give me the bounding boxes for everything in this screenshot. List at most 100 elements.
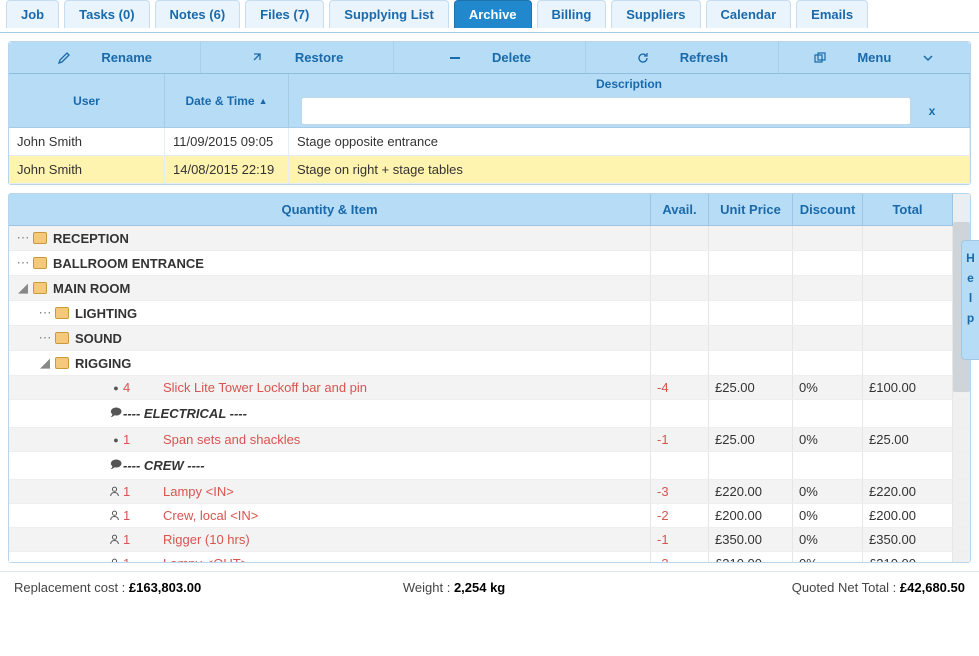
tab-archive[interactable]: Archive xyxy=(454,0,532,28)
cell-price: £210.00 xyxy=(709,552,793,562)
expand-icon[interactable]: ◢ xyxy=(15,280,31,296)
cell-total: £25.00 xyxy=(863,428,953,451)
archive-panel: Rename Restore Delete Refresh xyxy=(8,41,971,185)
item-qty: 1 xyxy=(123,532,153,547)
group-row[interactable]: ⋯ LIGHTING xyxy=(9,301,970,326)
quoted-total-value: £42,680.50 xyxy=(900,580,965,595)
replacement-cost-value: £163,803.00 xyxy=(129,580,201,595)
refresh-label: Refresh xyxy=(680,50,728,65)
tab-job[interactable]: Job xyxy=(6,0,59,28)
item-row[interactable]: 1Crew, local <IN>-2£200.000%£200.00 xyxy=(9,504,970,528)
cell-total: £100.00 xyxy=(863,376,953,399)
item-name: Crew, local <IN> xyxy=(163,508,258,523)
tab-emails[interactable]: Emails xyxy=(796,0,868,28)
archive-description: Stage on right + stage tables xyxy=(289,156,970,183)
folder-icon xyxy=(33,257,47,269)
cell-avail: -3 xyxy=(651,552,709,562)
archive-columns: User Date & Time ▲ Description x xyxy=(9,74,970,128)
items-grid: Quantity & Item Avail. Unit Price Discou… xyxy=(8,193,971,563)
group-label: BALLROOM ENTRANCE xyxy=(53,256,204,271)
tab-notes-6-[interactable]: Notes (6) xyxy=(155,0,241,28)
item-row[interactable]: 1Rigger (10 hrs)-1£350.000%£350.00 xyxy=(9,528,970,552)
group-row[interactable]: ⋯RECEPTION xyxy=(9,226,970,251)
archive-row[interactable]: John Smith14/08/2015 22:19Stage on right… xyxy=(9,156,970,184)
archive-row[interactable]: John Smith11/09/2015 09:05Stage opposite… xyxy=(9,128,970,156)
col-quantity-item[interactable]: Quantity & Item xyxy=(9,194,651,225)
group-row[interactable]: ◢MAIN ROOM xyxy=(9,276,970,301)
expand-icon[interactable]: ◢ xyxy=(37,355,53,371)
item-name: Slick Lite Tower Lockoff bar and pin xyxy=(163,380,367,395)
item-qty: 1 xyxy=(123,484,153,499)
archive-user: John Smith xyxy=(9,128,165,155)
separator-row[interactable]: 🗩 ---- CREW ---- xyxy=(9,452,970,480)
col-discount[interactable]: Discount xyxy=(793,194,863,225)
cell-price: £25.00 xyxy=(709,376,793,399)
description-filter-input[interactable] xyxy=(301,97,911,125)
separator-row[interactable]: 🗩 ---- ELECTRICAL ---- xyxy=(9,400,970,428)
col-total[interactable]: Total xyxy=(863,194,953,225)
tab-billing[interactable]: Billing xyxy=(537,0,607,28)
item-qty: 4 xyxy=(123,380,153,395)
scrollbar-track[interactable] xyxy=(953,194,970,225)
item-name: Lampy <IN> xyxy=(163,484,234,499)
tab-files-7-[interactable]: Files (7) xyxy=(245,0,324,28)
archive-user: John Smith xyxy=(9,156,165,183)
weight-value: 2,254 kg xyxy=(454,580,505,595)
comment-icon: 🗩 xyxy=(109,456,123,475)
col-avail[interactable]: Avail. xyxy=(651,194,709,225)
restore-button[interactable]: Restore xyxy=(201,42,393,73)
item-row[interactable]: ● 4Slick Lite Tower Lockoff bar and pin-… xyxy=(9,376,970,400)
rename-button[interactable]: Rename xyxy=(9,42,201,73)
group-row[interactable]: ⋯SOUND xyxy=(9,326,970,351)
folder-icon xyxy=(33,232,47,244)
group-label: LIGHTING xyxy=(75,306,137,321)
refresh-icon xyxy=(636,51,650,65)
refresh-button[interactable]: Refresh xyxy=(586,42,778,73)
expand-icon[interactable]: ⋯ xyxy=(37,305,53,321)
item-row[interactable]: ● 1Span sets and shackles-1£25.000%£25.0… xyxy=(9,428,970,452)
help-tab[interactable]: H e l p xyxy=(961,240,979,360)
item-name: Span sets and shackles xyxy=(163,432,300,447)
folder-icon xyxy=(55,357,69,369)
replacement-cost-label: Replacement cost : xyxy=(14,580,129,595)
item-qty: 1 xyxy=(123,432,153,447)
cell-total: £220.00 xyxy=(863,480,953,503)
grid-header: Quantity & Item Avail. Unit Price Discou… xyxy=(9,194,970,226)
grid-body: ⋯RECEPTION⋯BALLROOM ENTRANCE◢MAIN ROOM⋯L… xyxy=(9,226,970,562)
tab-suppliers[interactable]: Suppliers xyxy=(611,0,700,28)
person-icon xyxy=(109,486,123,497)
archive-datetime: 14/08/2015 22:19 xyxy=(165,156,289,183)
chevron-down-icon xyxy=(921,51,935,65)
group-row[interactable]: ⋯ BALLROOM ENTRANCE xyxy=(9,251,970,276)
sort-asc-icon: ▲ xyxy=(259,96,268,106)
delete-button[interactable]: Delete xyxy=(394,42,586,73)
expand-icon[interactable]: ⋯ xyxy=(37,330,53,346)
clear-filter-button[interactable]: x xyxy=(921,104,943,118)
cell-discount: 0% xyxy=(793,376,863,399)
item-name: Rigger (10 hrs) xyxy=(163,532,250,547)
col-datetime[interactable]: Date & Time ▲ xyxy=(165,74,289,127)
restore-label: Restore xyxy=(295,50,343,65)
menu-button[interactable]: Menu xyxy=(779,42,970,73)
col-unit-price[interactable]: Unit Price xyxy=(709,194,793,225)
expand-icon[interactable]: ⋯ xyxy=(15,255,31,271)
delete-label: Delete xyxy=(492,50,531,65)
cell-price: £350.00 xyxy=(709,528,793,551)
comment-icon: 🗩 xyxy=(109,404,123,423)
item-row[interactable]: 1Lampy <OUT>-3£210.000%£210.00 xyxy=(9,552,970,562)
group-row[interactable]: ◢RIGGING xyxy=(9,351,970,376)
tab-tasks-0-[interactable]: Tasks (0) xyxy=(64,0,149,28)
item-qty: 1 xyxy=(123,508,153,523)
cell-discount: 0% xyxy=(793,428,863,451)
cell-discount: 0% xyxy=(793,480,863,503)
tab-supplying-list[interactable]: Supplying List xyxy=(329,0,449,28)
col-user[interactable]: User xyxy=(9,74,165,127)
menu-label: Menu xyxy=(857,50,891,65)
item-name: Lampy <OUT> xyxy=(163,556,248,562)
expand-icon[interactable]: ⋯ xyxy=(15,230,31,246)
folder-icon xyxy=(55,307,69,319)
tab-calendar[interactable]: Calendar xyxy=(706,0,792,28)
cell-avail: -2 xyxy=(651,504,709,527)
item-row[interactable]: 1Lampy <IN>-3£220.000%£220.00 xyxy=(9,480,970,504)
cell-total: £200.00 xyxy=(863,504,953,527)
